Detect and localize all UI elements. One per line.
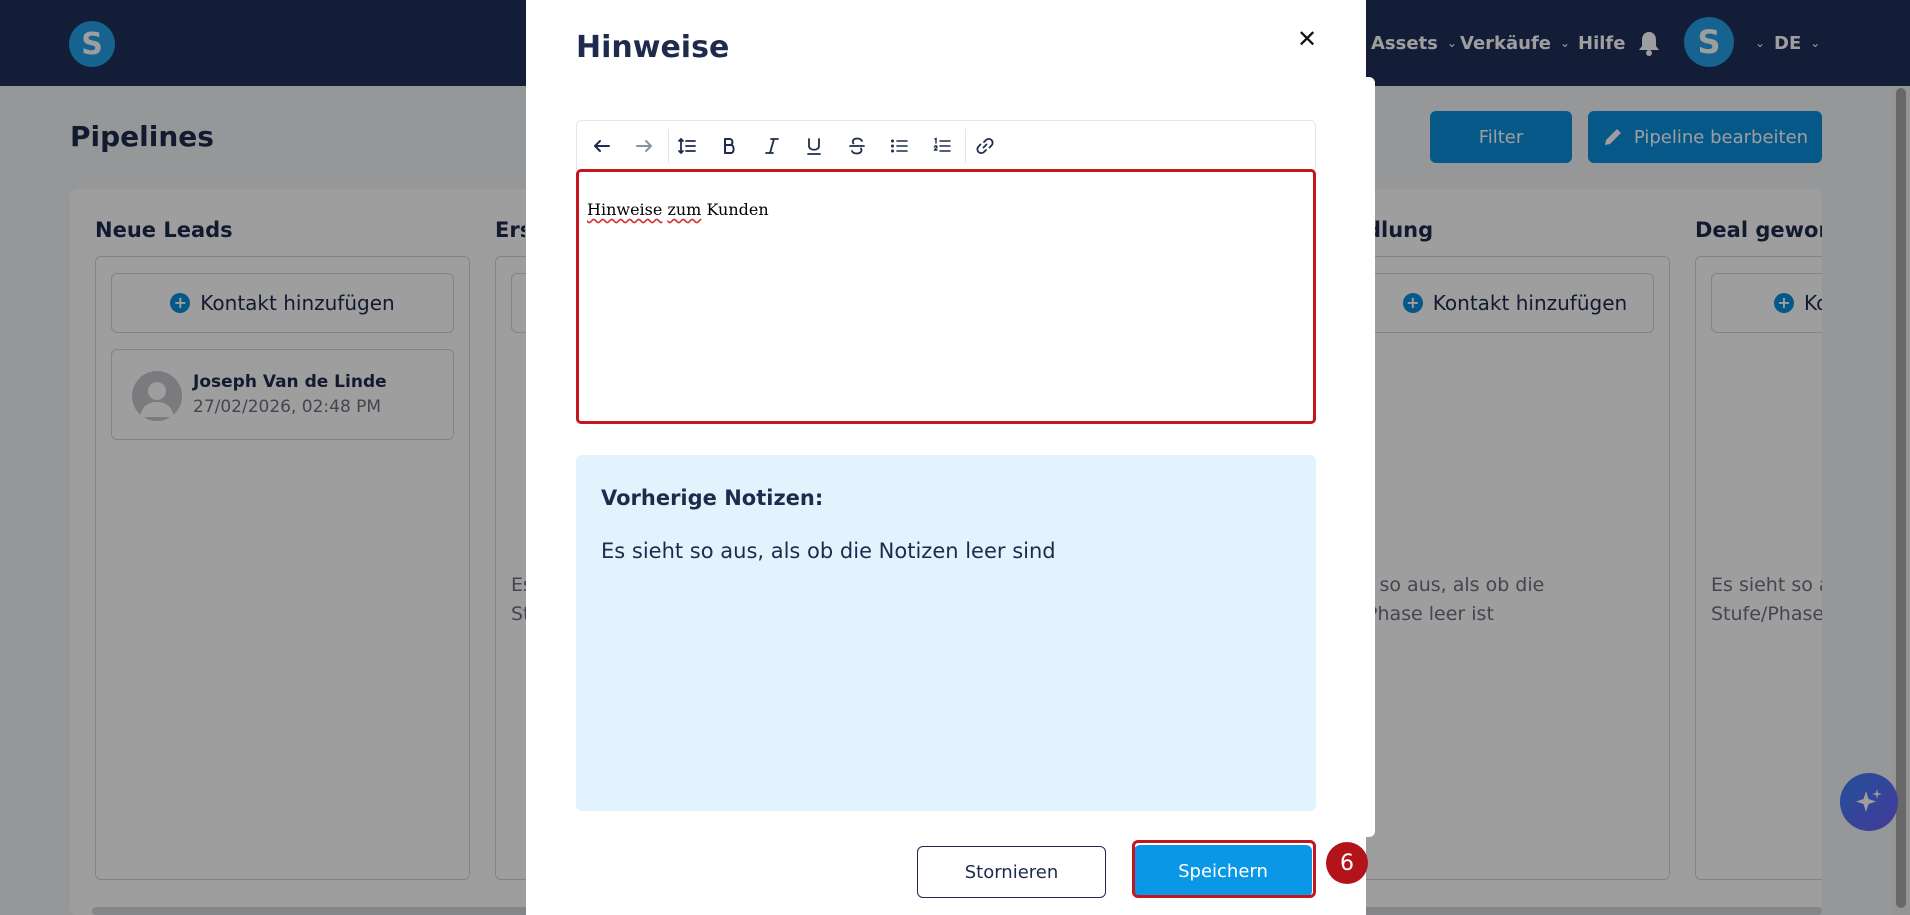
previous-notes-text: Es sieht so aus, als ob die Notizen leer…	[601, 539, 1056, 563]
underline-icon[interactable]	[794, 121, 834, 171]
cancel-label: Stornieren	[964, 861, 1059, 883]
notes-editor[interactable]: Hinweise zum Kunden	[576, 169, 1316, 424]
link-icon[interactable]	[965, 121, 1005, 171]
line-height-icon[interactable]	[667, 121, 707, 171]
previous-notes-title: Vorherige Notizen:	[601, 486, 824, 510]
numbered-list-icon[interactable]	[922, 121, 962, 171]
save-button-highlight	[1132, 840, 1316, 898]
bullet-list-icon[interactable]	[879, 121, 919, 171]
close-icon[interactable]: ✕	[1292, 24, 1322, 54]
editor-toolbar	[576, 120, 1316, 170]
italic-icon[interactable]	[752, 121, 792, 171]
step-badge: 6	[1326, 842, 1368, 884]
editor-word: Kunden	[706, 200, 769, 219]
previous-notes-panel: Vorherige Notizen: Es sieht so aus, als …	[576, 455, 1316, 811]
bold-icon[interactable]	[709, 121, 749, 171]
editor-word: Hinweise	[587, 200, 663, 219]
editor-content: Hinweise zum Kunden	[587, 200, 769, 219]
editor-word: zum	[667, 200, 702, 219]
strikethrough-icon[interactable]	[837, 121, 877, 171]
undo-icon[interactable]	[582, 121, 622, 171]
cancel-button[interactable]: Stornieren	[917, 846, 1106, 898]
modal-edge	[1366, 77, 1375, 837]
modal-title: Hinweise	[576, 30, 730, 65]
redo-icon[interactable]	[624, 121, 664, 171]
notes-modal: Hinweise ✕ Hinweise zum Kunden Vorherige…	[526, 0, 1366, 915]
